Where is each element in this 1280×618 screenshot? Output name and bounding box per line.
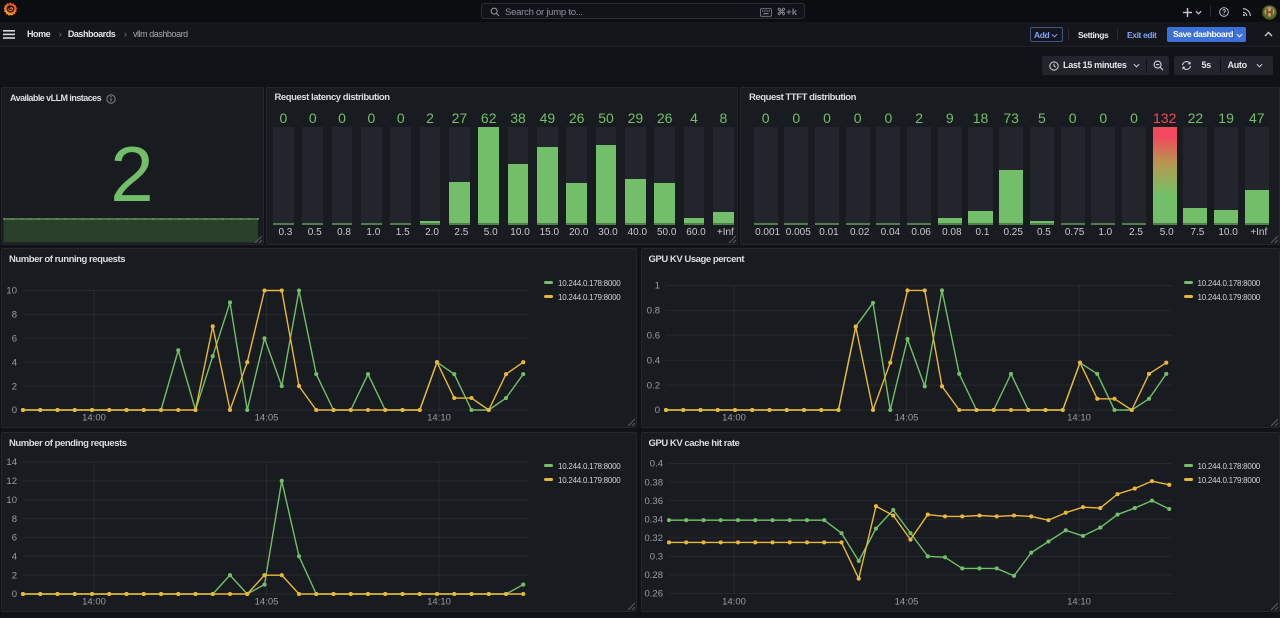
svg-text:14:00: 14:00 (722, 413, 746, 424)
svg-text:8: 8 (12, 310, 17, 321)
svg-text:0.38: 0.38 (644, 477, 663, 488)
svg-text:0.4: 0.4 (649, 458, 662, 469)
svg-text:0: 0 (12, 405, 17, 416)
svg-text:14:00: 14:00 (722, 596, 746, 607)
svg-text:0: 0 (12, 589, 17, 600)
svg-text:14:10: 14:10 (1067, 413, 1091, 424)
svg-text:4: 4 (12, 357, 17, 368)
svg-text:8: 8 (12, 513, 17, 524)
svg-text:0.4: 0.4 (646, 355, 659, 366)
svg-text:14:10: 14:10 (427, 413, 451, 424)
svg-text:14:05: 14:05 (255, 596, 279, 607)
svg-text:14:05: 14:05 (894, 596, 918, 607)
svg-text:6: 6 (12, 334, 17, 345)
svg-text:0.8: 0.8 (646, 306, 659, 317)
svg-text:1: 1 (654, 281, 659, 292)
svg-text:2: 2 (12, 570, 17, 581)
svg-text:14:10: 14:10 (427, 596, 451, 607)
svg-text:0.32: 0.32 (644, 532, 663, 543)
svg-text:0.34: 0.34 (644, 514, 663, 525)
svg-text:14:00: 14:00 (82, 413, 106, 424)
svg-text:0.28: 0.28 (644, 570, 663, 581)
svg-text:0.26: 0.26 (644, 588, 663, 599)
svg-text:10: 10 (6, 286, 17, 297)
svg-text:0: 0 (654, 405, 659, 416)
svg-text:6: 6 (12, 532, 17, 543)
svg-text:2: 2 (12, 381, 17, 392)
svg-text:12: 12 (6, 476, 17, 487)
svg-text:14:00: 14:00 (82, 596, 106, 607)
svg-text:14:05: 14:05 (894, 413, 918, 424)
svg-text:14: 14 (6, 457, 17, 468)
svg-text:0.36: 0.36 (644, 495, 663, 506)
svg-text:0.3: 0.3 (649, 551, 662, 562)
svg-text:4: 4 (12, 551, 17, 562)
svg-text:14:10: 14:10 (1067, 596, 1091, 607)
svg-text:14:05: 14:05 (255, 413, 279, 424)
svg-text:10: 10 (6, 494, 17, 505)
svg-text:0.6: 0.6 (646, 331, 659, 342)
svg-text:0.2: 0.2 (646, 380, 659, 391)
